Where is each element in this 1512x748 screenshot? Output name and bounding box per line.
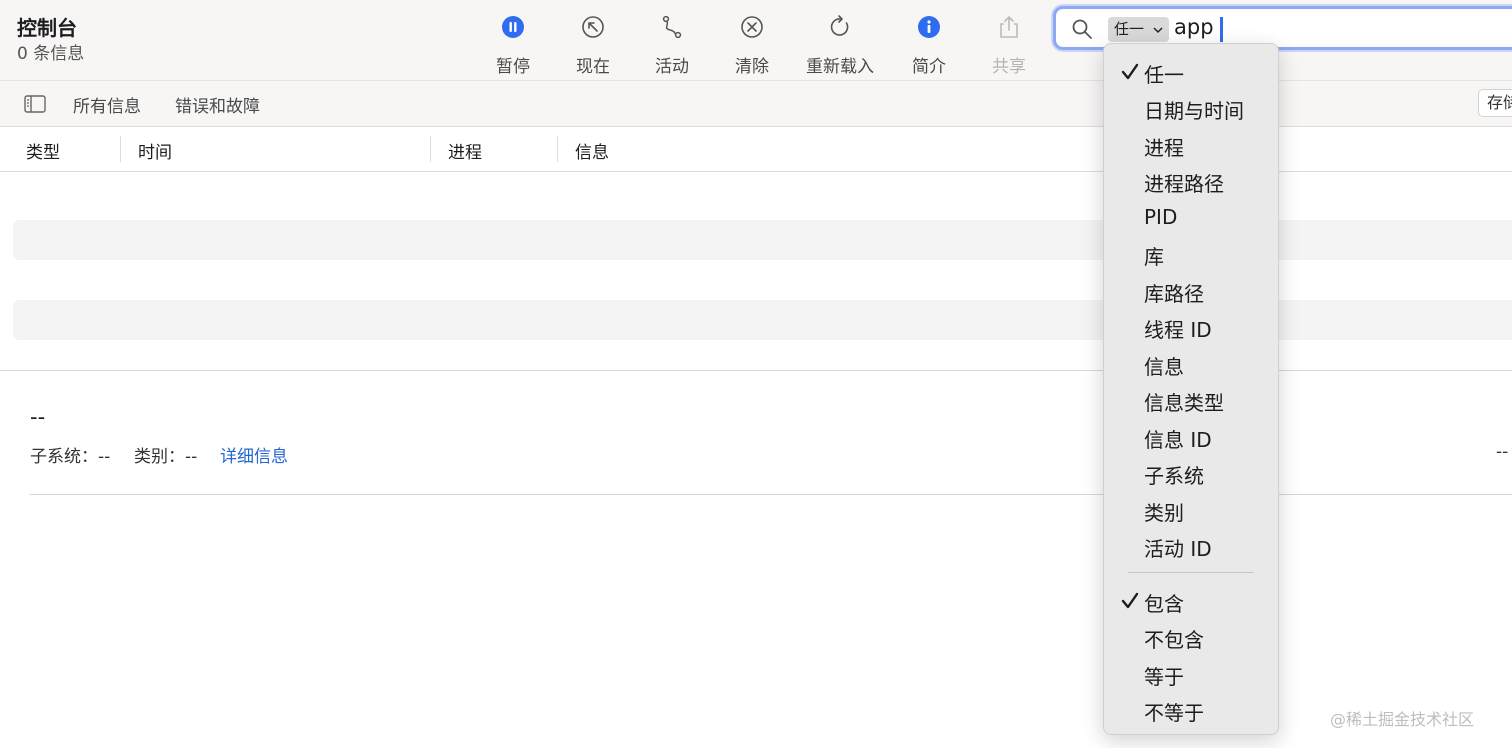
share-icon xyxy=(1000,15,1018,38)
info-button[interactable]: 简介 xyxy=(884,10,974,77)
menu-item-pid[interactable]: PID xyxy=(1104,199,1280,235)
menu-item-library[interactable]: 库 xyxy=(1104,235,1280,271)
menu-item-process-path[interactable]: 进程路径 xyxy=(1104,162,1280,198)
search-token-label: 任一 xyxy=(1114,20,1145,38)
reload-label: 重新载入 xyxy=(806,57,874,77)
menu-item-label: 日期与时间 xyxy=(1144,99,1244,123)
menu-item-message-type[interactable]: 信息类型 xyxy=(1104,381,1280,417)
filter-all-messages[interactable]: 所有信息 xyxy=(73,92,141,117)
pause-icon xyxy=(502,16,524,38)
menu-item-label: 类别 xyxy=(1144,501,1184,525)
menu-item-label: 库路径 xyxy=(1144,282,1204,306)
clear-button[interactable]: 清除 xyxy=(707,10,797,77)
pause-label: 暂停 xyxy=(496,57,530,77)
menu-item-label: 活动 ID xyxy=(1144,537,1212,561)
table-header: 类型 时间 进程 信息 xyxy=(0,127,1512,172)
menu-item-any[interactable]: 任一 xyxy=(1104,53,1280,89)
menu-item-label: PID xyxy=(1144,205,1178,229)
clear-circle-icon xyxy=(741,16,763,38)
detail-more-info-link[interactable]: 详细信息 xyxy=(220,442,288,467)
menu-item-subsystem[interactable]: 子系统 xyxy=(1104,454,1280,490)
menu-item-does-not-equal[interactable]: 不等于 xyxy=(1104,691,1280,727)
text-caret xyxy=(1220,17,1223,42)
column-time[interactable]: 时间 xyxy=(138,138,172,163)
menu-item-equals[interactable]: 等于 xyxy=(1104,655,1280,691)
pane-divider[interactable] xyxy=(0,370,1512,371)
save-search-button[interactable]: 存储 xyxy=(1478,89,1512,117)
clear-label: 清除 xyxy=(735,57,769,77)
menu-item-label: 子系统 xyxy=(1144,464,1204,488)
share-button[interactable]: 共享 xyxy=(964,10,1054,77)
search-query-text: app xyxy=(1174,15,1214,39)
menu-item-label: 等于 xyxy=(1144,665,1184,689)
detail-category: 类别：-- xyxy=(134,447,198,467)
menu-item-label: 信息 ID xyxy=(1144,428,1212,452)
watermark: @稀土掘金技术社区 xyxy=(1330,710,1475,729)
menu-item-message-id[interactable]: 信息 ID xyxy=(1104,418,1280,454)
info-label: 简介 xyxy=(912,57,946,77)
menu-item-label: 不等于 xyxy=(1144,701,1204,725)
share-label: 共享 xyxy=(992,57,1026,77)
search-field-menu: 任一 日期与时间 进程 进程路径 PID 库 库路径 线程 ID 信息 信息类型… xyxy=(1103,43,1279,735)
table-row xyxy=(13,300,1512,340)
detail-subsystem: 子系统：-- xyxy=(30,447,111,467)
filter-errors-faults[interactable]: 错误和故障 xyxy=(175,92,260,117)
toolbar: 控制台 0 条信息 暂停 现在 活动 清除 重新载入 简介 共享 任一 app xyxy=(0,0,1512,80)
column-process[interactable]: 进程 xyxy=(448,138,482,163)
menu-item-label: 信息类型 xyxy=(1144,391,1224,415)
checkmark-icon xyxy=(1121,63,1139,80)
menu-item-process[interactable]: 进程 xyxy=(1104,126,1280,162)
detail-title: -- xyxy=(30,405,46,429)
column-message[interactable]: 信息 xyxy=(575,138,609,163)
menu-item-thread-id[interactable]: 线程 ID xyxy=(1104,308,1280,344)
menu-item-message[interactable]: 信息 xyxy=(1104,345,1280,381)
menu-item-date-time[interactable]: 日期与时间 xyxy=(1104,89,1280,125)
app-title: 控制台 xyxy=(17,16,77,40)
activity-label: 活动 xyxy=(655,57,689,77)
menu-item-label: 不包含 xyxy=(1144,628,1204,652)
menu-item-label: 信息 xyxy=(1144,355,1184,379)
search-icon xyxy=(1072,19,1092,39)
detail-right-value: -- xyxy=(1496,442,1509,462)
activity-button[interactable]: 活动 xyxy=(627,10,717,77)
checkmark-icon xyxy=(1121,592,1139,609)
detail-divider xyxy=(30,494,1512,495)
column-separator[interactable] xyxy=(430,136,431,162)
message-count: 0 条信息 xyxy=(17,44,85,64)
menu-item-label: 包含 xyxy=(1144,592,1184,616)
menu-item-does-not-contain[interactable]: 不包含 xyxy=(1104,618,1280,654)
now-button[interactable]: 现在 xyxy=(548,10,638,77)
menu-item-activity-id[interactable]: 活动 ID xyxy=(1104,527,1280,563)
column-separator[interactable] xyxy=(557,136,558,162)
now-label: 现在 xyxy=(576,57,610,77)
menu-item-library-path[interactable]: 库路径 xyxy=(1104,272,1280,308)
sidebar-toggle-icon[interactable] xyxy=(24,95,46,113)
column-type[interactable]: 类型 xyxy=(26,138,60,163)
reload-button[interactable]: 重新载入 xyxy=(795,10,885,77)
pause-button[interactable]: 暂停 xyxy=(468,10,558,77)
filter-bar: 所有信息 错误和故障 存储 xyxy=(0,80,1512,127)
reload-icon xyxy=(830,15,849,36)
menu-item-contains[interactable]: 包含 xyxy=(1104,582,1280,618)
info-icon xyxy=(918,16,940,38)
menu-item-label: 库 xyxy=(1144,245,1164,269)
activity-path-icon xyxy=(662,15,682,39)
column-separator[interactable] xyxy=(120,136,121,162)
menu-item-label: 任一 xyxy=(1144,63,1184,87)
table-row xyxy=(13,220,1512,260)
menu-item-category[interactable]: 类别 xyxy=(1104,491,1280,527)
menu-item-label: 进程路径 xyxy=(1144,172,1224,196)
arrow-up-left-circle-icon xyxy=(582,16,604,38)
search-field-token[interactable]: 任一 xyxy=(1108,17,1169,42)
menu-item-label: 进程 xyxy=(1144,136,1184,160)
menu-item-label: 线程 ID xyxy=(1144,318,1212,342)
chevron-down-icon xyxy=(1153,27,1163,34)
menu-separator xyxy=(1128,572,1254,573)
